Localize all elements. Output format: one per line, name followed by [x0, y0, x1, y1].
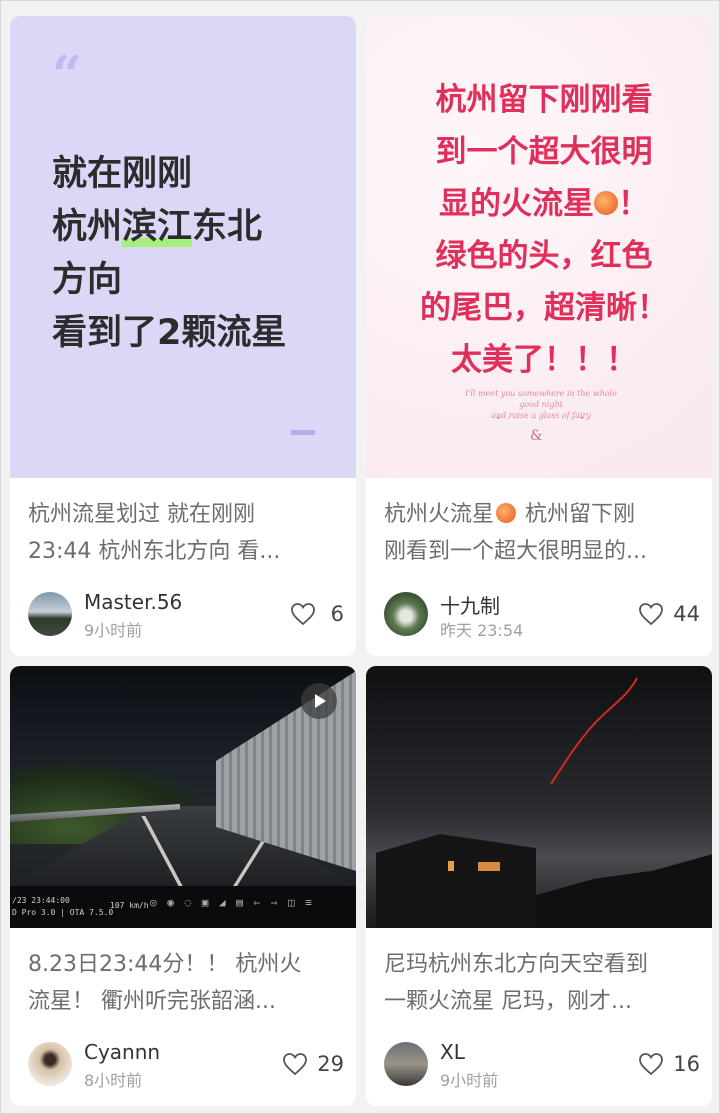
cover-text-line: 杭州滨江东北: [52, 201, 286, 254]
cover-text-segment: 显的火流星: [439, 186, 594, 222]
fireball-emoji-icon: [594, 190, 618, 215]
post-title-line: 一颗火流星 尼玛，刚才...: [384, 989, 632, 1014]
cover-text-segment: ！: [618, 186, 649, 222]
post-cover-image[interactable]: [366, 666, 712, 928]
post-title-line: 刚看到一个超大很明显的...: [384, 539, 647, 564]
cover-text-segment: 杭州: [52, 207, 123, 247]
quote-mark-icon: “: [52, 45, 82, 106]
like-button[interactable]: 44: [620, 602, 700, 628]
post-title[interactable]: 尼玛杭州东北方向天空看到 一颗火流星 尼玛，刚才...: [384, 946, 702, 1020]
fireball-emoji-icon: [496, 503, 517, 523]
post-title-line: 尼玛杭州东北方向天空看到: [384, 952, 649, 977]
dashcam-datetime: /23 23:44:00: [12, 896, 70, 905]
like-button[interactable]: 16: [620, 1052, 700, 1078]
post-title[interactable]: 杭州流星划过 就在刚刚 23:44 杭州东北方向 看...: [28, 496, 346, 570]
post-title-line: 杭州流星划过 就在刚刚: [28, 502, 255, 527]
post-title-segment: 杭州火流星: [384, 502, 495, 527]
cover-text-line: 杭州留下刚刚看: [435, 82, 653, 118]
dashcam-speed: 107 km/h: [110, 901, 149, 910]
post-card[interactable]: 杭州留下刚刚看 到一个超大很明 显的火流星！ 绿色的头，红色 的尾巴，超清晰！ …: [366, 16, 712, 656]
avatar[interactable]: [28, 592, 72, 636]
cover-text-line: 看到了2颗流星: [52, 313, 287, 353]
post-cover-video[interactable]: /23 23:44:00 D Pro 3.0 | OTA 7.5.0 107 k…: [10, 666, 356, 928]
avatar[interactable]: [384, 1042, 428, 1086]
cover-text-line: 到一个超大很明: [435, 134, 653, 170]
cover-text-line: 的尾巴，超清晰！: [420, 290, 668, 326]
post-title-line: 23:44 杭州东北方向 看...: [28, 539, 281, 564]
heart-outline-icon: [283, 1053, 307, 1076]
post-title-segment: 杭州留下刚: [518, 502, 636, 527]
cover-text-line: 方向: [52, 260, 123, 300]
post-time: 9小时前: [440, 1071, 499, 1090]
like-count: 16: [673, 1052, 700, 1076]
like-count: 44: [673, 602, 700, 626]
post-title-line: 杭州火流星 杭州留下刚: [384, 496, 702, 533]
cover-text-line: 绿色的头，红色: [435, 238, 653, 274]
cover-text-segment: 东北: [192, 207, 263, 247]
avatar[interactable]: [384, 592, 428, 636]
author-row: XL 9小时前 16: [384, 1040, 704, 1090]
decorative-dots: • · · · · · · · · •: [495, 414, 587, 423]
post-cover-image[interactable]: “ 就在刚刚 杭州滨江东北 方向 看到了2颗流星: [10, 16, 356, 478]
heart-outline-icon: [639, 603, 663, 626]
dashcam-version: D Pro 3.0 | OTA 7.5.0: [12, 908, 114, 917]
post-time: 9小时前: [84, 621, 143, 640]
author-row: 十九制 昨天 23:54 44: [384, 590, 704, 640]
play-icon[interactable]: [301, 683, 337, 719]
dashcam-overlay: /23 23:44:00 D Pro 3.0 | OTA 7.5.0 107 k…: [10, 886, 356, 928]
like-count: 29: [317, 1052, 344, 1076]
avatar[interactable]: [28, 1042, 72, 1086]
heart-outline-icon: [639, 1053, 663, 1076]
ampersand-ornament: &: [530, 428, 543, 444]
author-name[interactable]: XL: [440, 1040, 465, 1064]
cover-text-line: 就在刚刚: [52, 154, 193, 194]
lit-window: [448, 861, 454, 871]
post-time: 8小时前: [84, 1071, 143, 1090]
post-title-line: 流星！ 衢州听完张韶涵...: [28, 989, 276, 1014]
post-card[interactable]: “ 就在刚刚 杭州滨江东北 方向 看到了2颗流星 杭州流星划过 就在刚刚 23:…: [10, 16, 356, 656]
cover-text: 就在刚刚 杭州滨江东北 方向 看到了2颗流星: [52, 148, 286, 360]
post-card[interactable]: 尼玛杭州东北方向天空看到 一颗火流星 尼玛，刚才... XL 9小时前 16: [366, 666, 712, 1106]
heart-outline-icon: [291, 603, 315, 626]
cover-text-line: 显的火流星 ！: [396, 178, 692, 230]
cover-text-highlight: 滨江: [122, 207, 193, 247]
post-title-line: 8.23日23:44分！！ 杭州火: [28, 952, 302, 977]
post-time: 昨天 23:54: [440, 621, 524, 640]
cover-text: 杭州留下刚刚看 到一个超大很明 显的火流星！ 绿色的头，红色 的尾巴，超清晰！ …: [396, 74, 692, 386]
like-button[interactable]: 6: [274, 602, 344, 628]
post-title[interactable]: 杭州火流星 杭州留下刚 刚看到一个超大很明显的...: [384, 496, 702, 570]
author-row: Master.56 9小时前 6: [28, 590, 348, 640]
author-name[interactable]: Cyannn: [84, 1040, 160, 1064]
lit-window: [478, 862, 500, 871]
dashcam-status-icons: ◎ ◉ ◌ ▣ ◢ ▤ ⇐ ⇒ ◫ ≡: [150, 896, 314, 909]
post-title[interactable]: 8.23日23:44分！！ 杭州火 流星！ 衢州听完张韶涵...: [28, 946, 346, 1020]
post-cover-image[interactable]: 杭州留下刚刚看 到一个超大很明 显的火流星！ 绿色的头，红色 的尾巴，超清晰！ …: [366, 16, 712, 478]
like-count: 6: [330, 602, 344, 626]
post-card[interactable]: /23 23:44:00 D Pro 3.0 | OTA 7.5.0 107 k…: [10, 666, 356, 1106]
like-button[interactable]: 29: [264, 1052, 344, 1078]
decorative-dash: [291, 430, 315, 435]
building-silhouette: [376, 834, 536, 928]
script-line: I'll meet you somewhere in the whole goo…: [465, 389, 617, 409]
cover-text-line: 太美了！！！: [451, 342, 637, 378]
author-name[interactable]: Master.56: [84, 590, 182, 614]
author-name[interactable]: 十九制: [440, 590, 500, 619]
author-row: Cyannn 8小时前 29: [28, 1040, 348, 1090]
